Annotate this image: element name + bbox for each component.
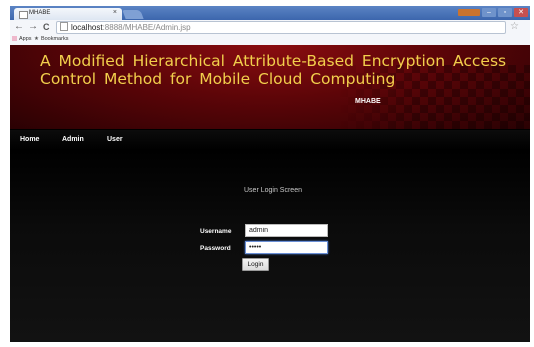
login-heading: User Login Screen — [244, 187, 302, 194]
site-title: A Modified Hierarchical Attribute-Based … — [40, 52, 507, 88]
back-arrow-icon[interactable]: ← — [14, 21, 24, 33]
bookmark-star-icon: ★ — [34, 36, 39, 42]
username-field[interactable] — [245, 224, 328, 237]
bookmarks-shortcut[interactable]: ★ Bookmarks — [34, 34, 68, 45]
minimize-button[interactable]: – — [482, 8, 496, 17]
close-window-button[interactable]: ✕ — [514, 8, 528, 17]
password-field[interactable] — [245, 241, 328, 254]
reload-icon[interactable]: C — [43, 21, 50, 33]
tab-close-icon[interactable]: × — [113, 9, 117, 16]
page-favicon-icon — [19, 11, 28, 19]
browser-tab[interactable]: MHABE × — [14, 8, 122, 20]
bookmarks-bar: Apps ★ Bookmarks — [10, 34, 530, 45]
address-bar[interactable]: localhost:8888/MHABE/Admin.jsp — [56, 21, 506, 34]
nav-admin[interactable]: Admin — [62, 136, 84, 143]
profile-badge[interactable] — [458, 9, 480, 16]
login-section: User Login Screen Username Password Logi… — [10, 150, 530, 342]
site-banner: A Modified Hierarchical Attribute-Based … — [10, 45, 530, 129]
tab-title: MHABE — [29, 10, 51, 16]
bookmarks-label: Bookmarks — [40, 36, 69, 42]
forward-arrow-icon[interactable]: → — [28, 21, 38, 33]
main-nav: Home Admin User — [10, 130, 530, 150]
new-tab-button[interactable] — [122, 10, 144, 19]
star-icon[interactable]: ☆ — [510, 21, 519, 33]
login-button[interactable]: Login — [242, 258, 269, 271]
page-icon — [60, 22, 68, 31]
apps-shortcut[interactable]: Apps — [12, 34, 32, 45]
browser-titlebar: MHABE × – ▫ ✕ — [10, 6, 530, 20]
apps-icon — [12, 36, 17, 41]
site-subtitle: MHABE — [355, 98, 381, 105]
nav-user[interactable]: User — [107, 136, 123, 143]
url-host: localhost — [71, 23, 103, 32]
page-content: A Modified Hierarchical Attribute-Based … — [10, 45, 530, 342]
username-label: Username — [200, 228, 232, 235]
password-label: Password — [200, 245, 231, 252]
url-path: :8888/MHABE/Admin.jsp — [102, 23, 191, 32]
maximize-button[interactable]: ▫ — [498, 8, 512, 17]
browser-toolbar: ← → C localhost:8888/MHABE/Admin.jsp ☆ — [10, 20, 530, 34]
apps-label: Apps — [19, 36, 32, 42]
nav-home[interactable]: Home — [20, 136, 39, 143]
browser-window: MHABE × – ▫ ✕ ← → C localhost:8888/MHABE… — [10, 6, 530, 342]
